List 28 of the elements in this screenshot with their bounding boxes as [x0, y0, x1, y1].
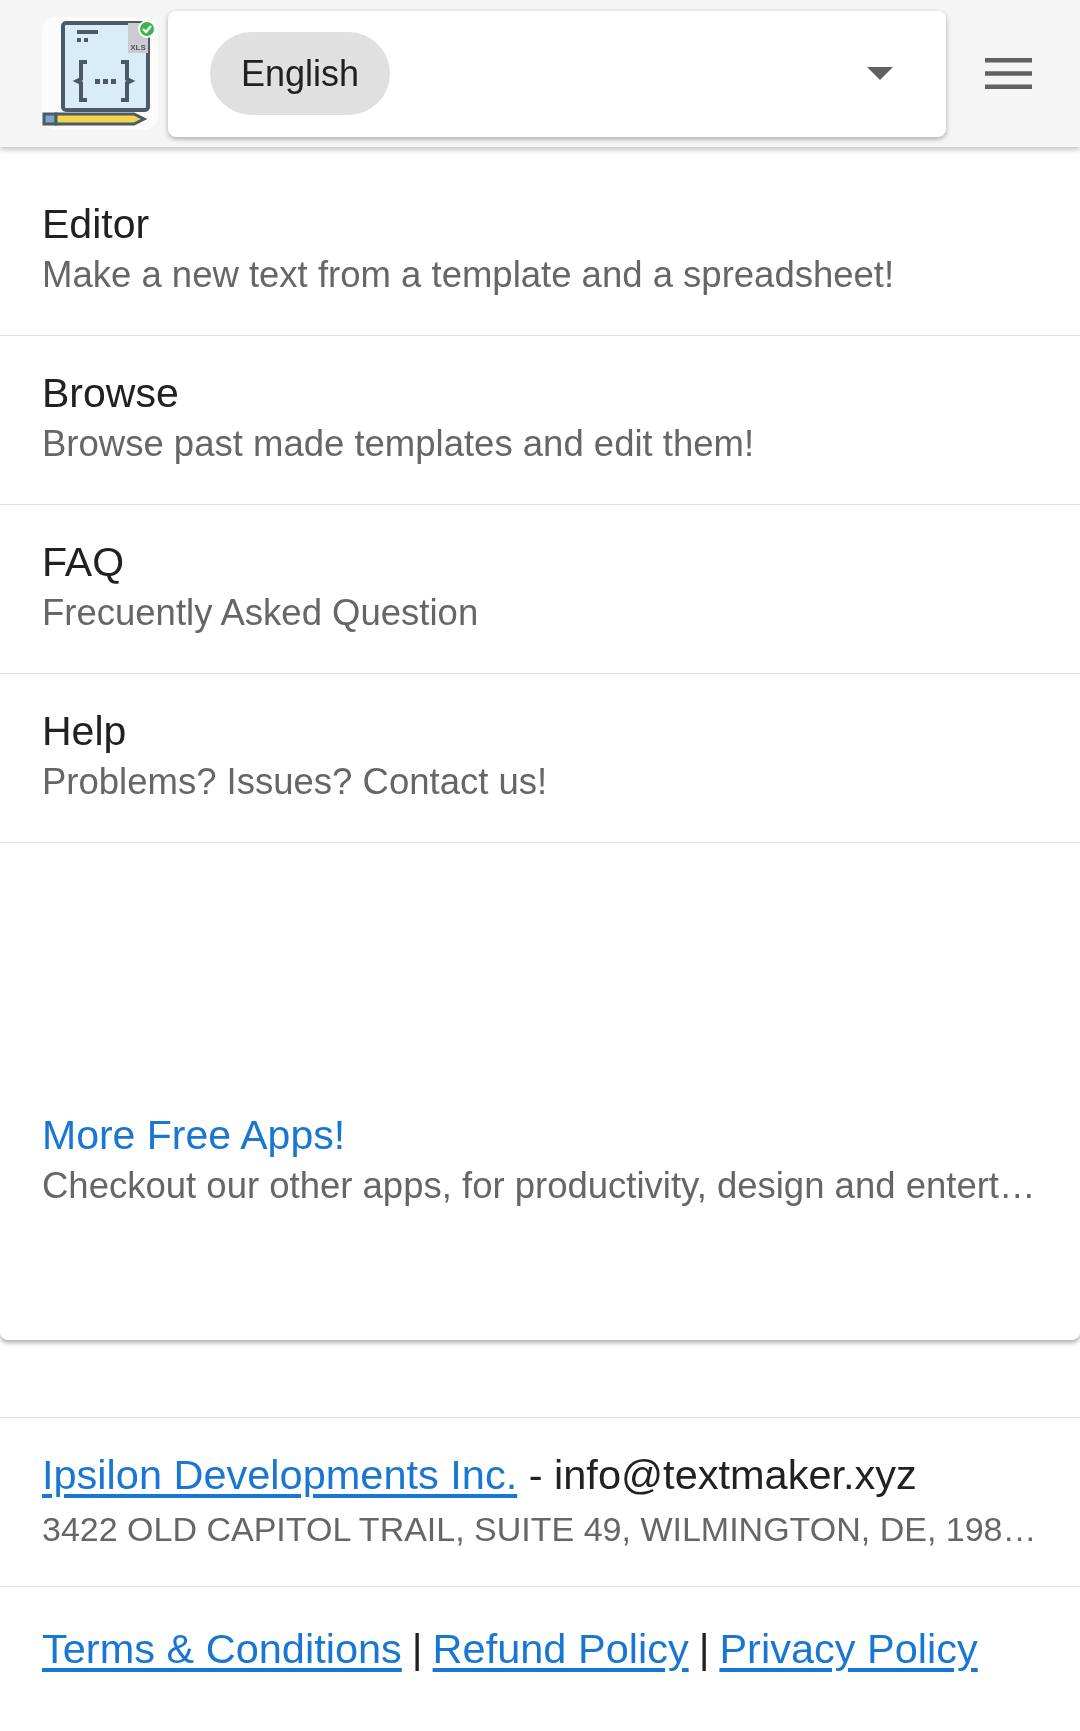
selected-language-chip: English — [210, 32, 391, 115]
item-title: FAQ — [42, 538, 126, 587]
menu-icon[interactable] — [985, 58, 1032, 89]
nav-list-item[interactable]: Browse Browse past made templates and edit them! — [0, 336, 1080, 505]
nav-list-item[interactable]: Editor Make a new text from a template and a spreadsheet! — [0, 167, 1080, 336]
item-description: Problems? Issues? Contact us! — [42, 760, 549, 804]
company-link[interactable]: Ipsilon Developments Inc. — [42, 1451, 518, 1498]
policy-link[interactable]: Privacy Policy — [719, 1625, 978, 1672]
item-title: Browse — [42, 369, 180, 418]
app-logo: XLS — [42, 17, 158, 130]
address-text: 3422 OLD CAPITOL TRAIL, SUITE 49, WILMINGTON, DE, 198… — [42, 1509, 1038, 1550]
policy-link[interactable]: Refund Policy — [432, 1625, 689, 1672]
promo-title: More Free Apps! — [42, 1111, 347, 1160]
promo-description: Checkout our other apps, for productivity, design and entert… — [42, 1164, 1037, 1208]
policy-link[interactable]: Terms & Conditions — [42, 1625, 402, 1672]
language-select[interactable]: English — [168, 10, 946, 137]
email-text: - info@textmaker.xyz — [528, 1451, 917, 1498]
link-separator: | — [698, 1625, 710, 1672]
item-description: Browse past made templates and edit them! — [42, 422, 756, 466]
item-title: Help — [42, 707, 128, 756]
item-title: Editor — [42, 200, 151, 249]
nav-list-item[interactable]: Help Problems? Issues? Contact us! — [0, 674, 1080, 843]
nav-list-item[interactable]: FAQ Frecuently Asked Question — [0, 505, 1080, 674]
item-description: Frecuently Asked Question — [42, 591, 480, 635]
promo-list-item[interactable]: More Free Apps! Checkout our other apps, for productivity, design and entert… — [0, 1078, 1080, 1247]
link-separator: | — [411, 1625, 423, 1672]
item-description: Make a new text from a template and a spreadsheet! — [42, 253, 896, 297]
caret-icon — [867, 67, 893, 80]
